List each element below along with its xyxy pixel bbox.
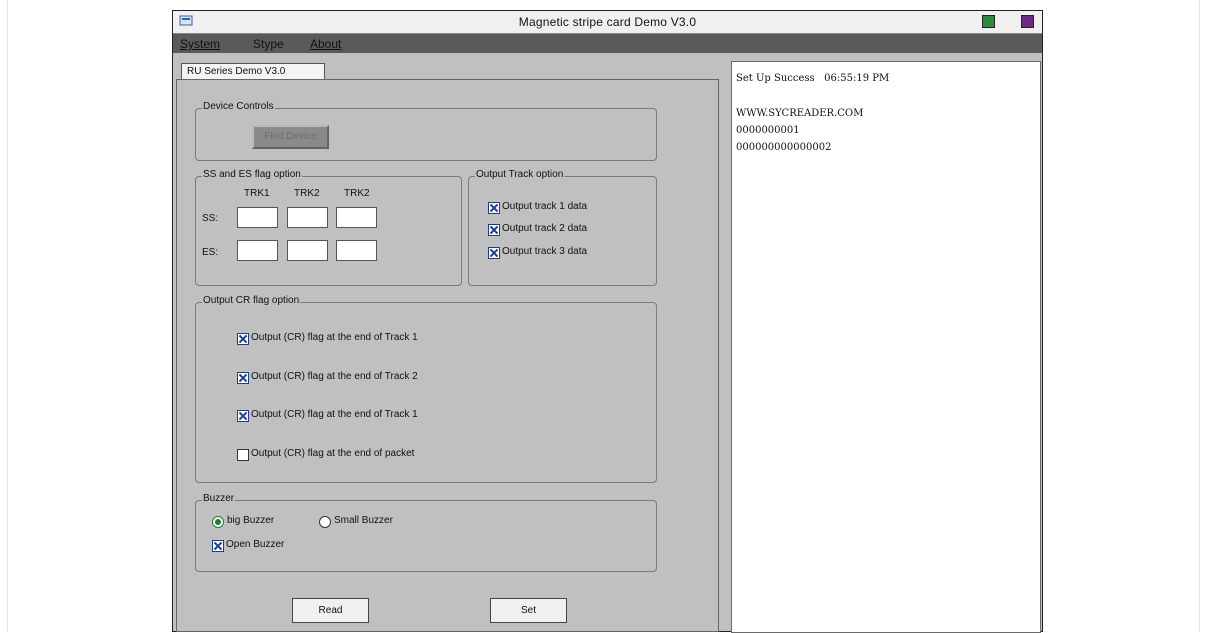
cr-track-3-checkbox[interactable]	[237, 410, 249, 422]
find-device-button[interactable]: Find Device	[252, 125, 329, 149]
column-trk2: TRK2	[294, 188, 320, 199]
column-trk3: TRK2	[344, 188, 370, 199]
output-track-1-checkbox[interactable]	[488, 202, 500, 214]
menu-about-label: About	[310, 37, 342, 51]
cr-track-2-label: Output (CR) flag at the end of Track 2	[251, 371, 418, 382]
app-window: Magnetic stripe card Demo V3.0 System St…	[172, 10, 1043, 633]
cr-track-1-checkbox[interactable]	[237, 333, 249, 345]
output-track-2-checkbox[interactable]	[488, 224, 500, 236]
menu-stype-label: Stype	[253, 37, 284, 51]
title-bar[interactable]: Magnetic stripe card Demo V3.0	[173, 11, 1042, 34]
cr-flag-label: Output CR flag option	[202, 295, 301, 306]
small-buzzer-radio[interactable]	[319, 516, 331, 528]
es-trk1-input[interactable]	[237, 240, 278, 261]
ss-es-label: SS and ES flag option	[202, 169, 302, 180]
output-track-group: Output Track option Output track 1 data …	[468, 169, 657, 286]
log-line: Set Up Success 06:55:19 PM	[736, 73, 890, 84]
big-buzzer-label: big Buzzer	[227, 515, 275, 526]
log-line: WWW.SYCREADER.COM	[736, 108, 864, 119]
output-track-1-label: Output track 1 data	[502, 201, 588, 212]
buzzer-group: Buzzer big Buzzer Small Buzzer Open Buzz…	[195, 493, 657, 572]
ss-trk3-input[interactable]	[336, 207, 377, 228]
read-button[interactable]: Read	[292, 598, 369, 623]
es-trk3-input[interactable]	[336, 240, 377, 261]
menu-stype[interactable]: Stype	[253, 37, 284, 51]
device-controls-label: Device Controls	[202, 101, 275, 112]
ss-trk1-input[interactable]	[237, 207, 278, 228]
es-trk2-input[interactable]	[287, 240, 328, 261]
close-icon[interactable]	[1021, 15, 1034, 28]
output-track-label: Output Track option	[475, 169, 565, 180]
minimize-icon[interactable]	[982, 15, 995, 28]
log-output-panel[interactable]: Set Up Success 06:55:19 PM WWW.SYCREADER…	[731, 61, 1041, 633]
output-track-2-label: Output track 2 data	[502, 223, 588, 234]
page-edge-left	[7, 0, 8, 632]
cr-track-3-label: Output (CR) flag at the end of Track 1	[251, 409, 418, 420]
device-controls-group: Device Controls Find Device	[195, 101, 657, 161]
menu-about[interactable]: About	[310, 37, 341, 51]
tab-ru-series-demo[interactable]: RU Series Demo V3.0	[181, 63, 325, 80]
big-buzzer-radio[interactable]	[212, 516, 224, 528]
buzzer-label: Buzzer	[202, 493, 236, 504]
cr-flag-group: Output CR flag option Output (CR) flag a…	[195, 295, 657, 483]
column-trk1: TRK1	[244, 188, 270, 199]
open-buzzer-label: Open Buzzer	[226, 539, 285, 550]
ss-es-group: SS and ES flag option TRK1 TRK2 TRK2 SS:…	[195, 169, 462, 286]
menu-system[interactable]: System	[180, 37, 220, 51]
window-title: Magnetic stripe card Demo V3.0	[518, 15, 697, 29]
output-track-3-checkbox[interactable]	[488, 247, 500, 259]
output-track-3-label: Output track 3 data	[502, 246, 588, 257]
tab-panel: Device Controls Find Device SS and ES fl…	[176, 79, 719, 632]
cr-track-1-label: Output (CR) flag at the end of Track 1	[251, 332, 418, 343]
log-line: 0000000001	[736, 125, 800, 136]
cr-packet-checkbox[interactable]	[237, 449, 249, 461]
small-buzzer-label: Small Buzzer	[334, 515, 393, 526]
cr-track-2-checkbox[interactable]	[237, 372, 249, 384]
open-buzzer-checkbox[interactable]	[212, 540, 224, 552]
cr-packet-label: Output (CR) flag at the end of packet	[251, 448, 415, 459]
ss-trk2-input[interactable]	[287, 207, 328, 228]
log-line: 000000000000002	[736, 142, 832, 153]
menu-system-label: System	[180, 37, 221, 51]
set-button[interactable]: Set	[490, 598, 567, 623]
tab-label: RU Series Demo V3.0	[187, 66, 286, 77]
es-label: ES:	[202, 247, 219, 258]
ss-label: SS:	[202, 213, 219, 224]
page-edge-right	[1199, 0, 1200, 632]
menu-bar: System Stype About	[173, 34, 1042, 53]
